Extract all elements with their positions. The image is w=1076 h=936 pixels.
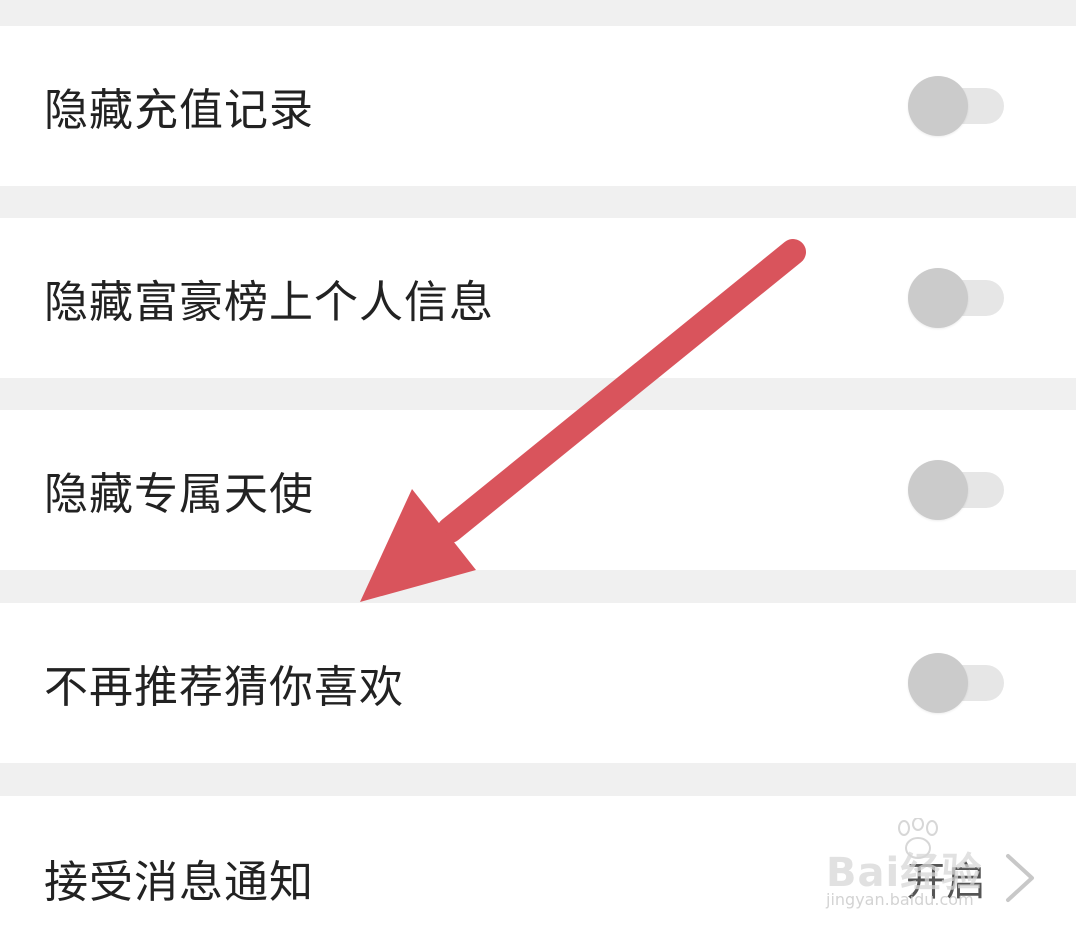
setting-row-hide-rich-list-info[interactable]: 隐藏富豪榜上个人信息 xyxy=(0,218,1076,378)
stop-recommendations-toggle[interactable] xyxy=(908,653,1004,713)
setting-row-message-notifications[interactable]: 接受消息通知 开启 xyxy=(0,796,1076,936)
toggle-knob xyxy=(908,460,968,520)
toggle-knob xyxy=(908,653,968,713)
setting-row-hide-exclusive-angel[interactable]: 隐藏专属天使 xyxy=(0,410,1076,570)
setting-label: 隐藏富豪榜上个人信息 xyxy=(44,277,494,328)
hide-rich-list-info-toggle[interactable] xyxy=(908,268,1004,328)
setting-row-hide-recharge-records[interactable]: 隐藏充值记录 xyxy=(0,26,1076,186)
hide-exclusive-angel-toggle[interactable] xyxy=(908,460,1004,520)
setting-label: 隐藏专属天使 xyxy=(44,469,314,520)
setting-label: 不再推荐猜你喜欢 xyxy=(44,662,404,713)
setting-label: 隐藏充值记录 xyxy=(44,85,314,136)
setting-value: 开启 xyxy=(906,859,986,905)
chevron-right-icon xyxy=(1006,854,1034,902)
setting-label: 接受消息通知 xyxy=(44,857,314,908)
settings-list: 隐藏充值记录 隐藏富豪榜上个人信息 隐藏专属天使 不再推荐猜你喜欢 接受消息通知… xyxy=(0,0,1076,936)
toggle-knob xyxy=(908,268,968,328)
toggle-knob xyxy=(908,76,968,136)
setting-row-stop-recommendations[interactable]: 不再推荐猜你喜欢 xyxy=(0,603,1076,763)
hide-recharge-records-toggle[interactable] xyxy=(908,76,1004,136)
